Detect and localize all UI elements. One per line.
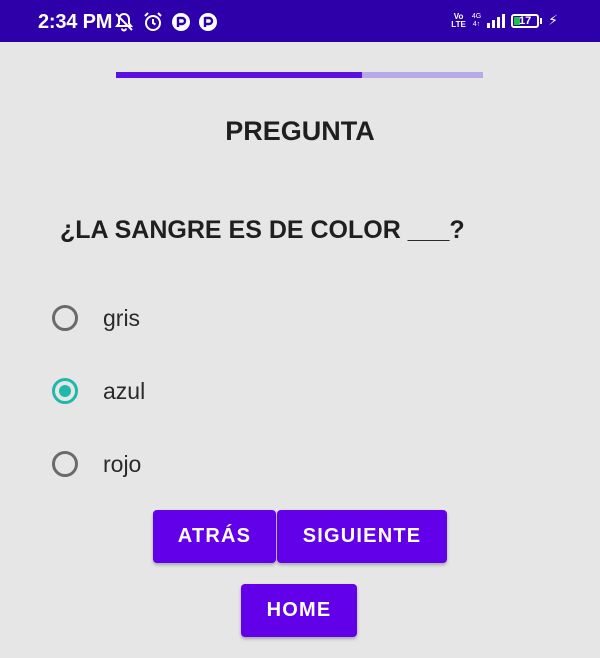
app-notification-icon [172, 13, 190, 31]
status-right: Vo LTE 4G 4↑ 17 ⚡ [451, 12, 558, 29]
option-label: rojo [103, 450, 142, 477]
radio-button[interactable] [52, 378, 78, 404]
notifications-off-icon [114, 12, 134, 32]
option-rojo[interactable]: rojo [52, 446, 141, 482]
alarm-icon [144, 12, 162, 31]
charging-icon: ⚡ [548, 12, 558, 28]
quiz-progress-bar [116, 72, 483, 78]
status-time: 2:34 PM [38, 11, 113, 33]
option-label: gris [103, 304, 141, 331]
home-button[interactable]: HOME [241, 584, 357, 637]
quiz-progress-fill [116, 72, 362, 78]
battery-level: 17 [519, 14, 532, 27]
status-bar: 2:34 PM Vo LTE 4G 4↑ 17 ⚡ [0, 0, 600, 42]
volte-indicator: Vo LTE [451, 11, 466, 29]
signal-icon [487, 13, 506, 28]
battery-icon: 17 [511, 13, 540, 28]
option-label: azul [103, 377, 146, 404]
app-notification-icon [199, 13, 217, 31]
next-button[interactable]: SIGUIENTE [277, 510, 447, 563]
radio-button[interactable] [52, 451, 78, 477]
status-icons [113, 11, 218, 33]
option-gris[interactable]: gris [52, 300, 140, 336]
radio-button[interactable] [52, 305, 78, 331]
network-type: 4G 4↑ [471, 12, 482, 28]
question-text: ¿LA SANGRE ES DE COLOR ___? [60, 216, 465, 244]
option-azul[interactable]: azul [52, 373, 145, 409]
back-button[interactable]: ATRÁS [153, 510, 276, 563]
page-title: PREGUNTA [225, 116, 375, 146]
